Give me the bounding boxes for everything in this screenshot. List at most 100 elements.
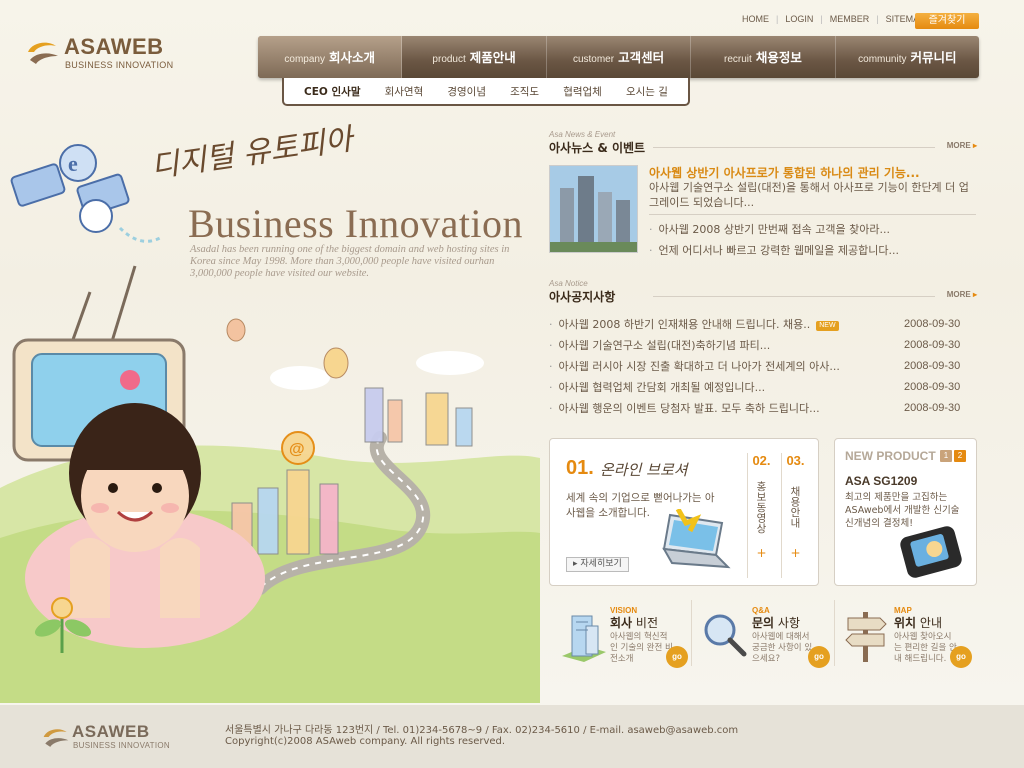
- notice-row[interactable]: 아사웹 러시아 시장 진출 확대하고 더 나아가 전세계의 아사... 2008…: [549, 356, 977, 377]
- nav-en: company: [284, 54, 325, 65]
- online-title: 온라인 브로셔: [600, 461, 688, 479]
- detail-button[interactable]: ▸ 자세히보기: [566, 557, 629, 572]
- plus-icon: +: [756, 546, 767, 560]
- hero-illustration: e @: [0, 144, 540, 703]
- quick-title-bold: 회사: [610, 616, 633, 630]
- logo-tagline: BUSINESS INNOVATION: [65, 60, 174, 70]
- header-divider: [653, 296, 935, 297]
- quick-separator: [691, 600, 692, 666]
- subnav-philosophy[interactable]: 경영이념: [447, 84, 486, 99]
- product-name[interactable]: ASA SG1209: [845, 474, 917, 488]
- new-product-box: NEW PRODUCT 1 2 ASA SG1209 최고의 제품만을 고집하는…: [834, 438, 977, 586]
- site-logo[interactable]: ASAWEB BUSINESS INNOVATION: [26, 34, 176, 76]
- promo-video-link[interactable]: 02. 홍보동영상 +: [747, 453, 775, 578]
- side-num: 02.: [752, 453, 771, 468]
- notice-more-link[interactable]: MORE ▸: [947, 290, 977, 299]
- building-photo-icon: [550, 166, 637, 252]
- plus-icon: +: [790, 546, 801, 560]
- footer-logo-name: ASAWEB: [72, 722, 150, 741]
- quick-title-rest: 사항: [774, 616, 800, 630]
- news-headline[interactable]: 아사웹 상반기 아사프로가 통합된 하나의 관리 기능...: [649, 164, 920, 181]
- header-divider: [653, 147, 935, 148]
- quick-qna[interactable]: Q&A 문의 사항 아사웹에 대해서 궁금한 사항이 있으세요? go: [694, 600, 834, 670]
- notice-title: 아사웹 2008 하반기 인재채용 안내해 드립니다. 채용.. NEW: [549, 314, 839, 335]
- notice-title: 아사웹 협력업체 간담회 개최될 예정입니다...: [549, 377, 766, 398]
- nav-recruit[interactable]: recruit 채용정보: [691, 36, 836, 78]
- news-item[interactable]: 언제 어디서나 빠르고 강력한 웹메일을 제공합니다...: [649, 240, 977, 261]
- logo-swirl-icon: [43, 729, 69, 747]
- nav-community[interactable]: community 커뮤니티: [836, 36, 979, 78]
- notice-date: 2008-09-30: [904, 402, 961, 414]
- nav-company[interactable]: company 회사소개: [258, 36, 403, 78]
- subnav-ceo[interactable]: CEO 인사말: [304, 84, 360, 99]
- phone-icon: [900, 526, 962, 578]
- logo-swirl-icon: [28, 42, 58, 64]
- notice-title: 아사웹 행운의 이벤트 당첨자 발표. 모두 축하 드립니다...: [549, 398, 820, 419]
- notice-row[interactable]: 아사웹 2008 하반기 인재채용 안내해 드립니다. 채용.. NEW 2008…: [549, 314, 977, 335]
- nav-ko: 회사소개: [328, 50, 375, 65]
- quick-title: 문의 사항: [752, 614, 800, 631]
- hero-title: Business Innovation: [188, 201, 524, 246]
- hero-description: Asadal has been running one of the bigge…: [190, 244, 510, 279]
- magnifier-icon: [704, 614, 747, 657]
- news-item[interactable]: 아사웹 2008 상반기 만번째 접속 고객을 찾아라...: [649, 219, 977, 240]
- util-login-link[interactable]: LOGIN: [785, 14, 813, 24]
- notice-row[interactable]: 아사웹 협력업체 간담회 개최될 예정입니다... 2008-09-30: [549, 377, 977, 398]
- new-product-label: NEW PRODUCT: [845, 449, 936, 463]
- nav-ko: 커뮤니티: [910, 50, 957, 65]
- go-button[interactable]: go: [666, 646, 688, 668]
- quick-desc: 아사웹의 혁신적인 기술의 완전 비전소개: [610, 632, 673, 664]
- news-more-link[interactable]: MORE ▸: [947, 141, 977, 150]
- notice-header-title: 아사공지사항: [549, 290, 616, 304]
- notice-date: 2008-09-30: [904, 318, 961, 330]
- subnav-organization[interactable]: 조직도: [510, 84, 539, 99]
- subnav-partners[interactable]: 협력업체: [563, 84, 602, 99]
- nav-customer[interactable]: customer 고객센터: [547, 36, 692, 78]
- quick-title-bold: 문의: [752, 616, 775, 630]
- subnav-history[interactable]: 회사연혁: [385, 84, 424, 99]
- notice-row[interactable]: 아사웹 기술연구소 설립(대전)축하기념 파티... 2008-09-30: [549, 335, 977, 356]
- quick-title: 회사 비전: [610, 614, 658, 631]
- quick-title-rest: 안내: [916, 616, 942, 630]
- product-pager: 1 2: [940, 450, 966, 462]
- util-separator: |: [820, 14, 823, 24]
- pager-1[interactable]: 1: [940, 450, 952, 462]
- pager-2[interactable]: 2: [954, 450, 966, 462]
- quick-map[interactable]: MAP 위치 안내 아사웹 찾아오시는 편리한 길을 안내 해드립니다. go: [836, 600, 976, 670]
- notice-date: 2008-09-30: [904, 360, 961, 372]
- quick-title-rest: 비전: [632, 616, 658, 630]
- notice-title-text: 아사웹 2008 하반기 인재채용 안내해 드립니다. 채용..: [558, 318, 811, 331]
- online-brochure-box: 01. 온라인 브로셔 세계 속의 기업으로 뻗어나가는 아사웹을 소개합니다.…: [549, 438, 819, 586]
- favorite-label: 즐겨찾기: [928, 15, 966, 26]
- side-label: 홍보동영상: [755, 480, 767, 534]
- news-summary: 아사웹 기술연구소 설립(대전)을 통해서 아사프로 기능이 한단계 더 업그레…: [649, 181, 969, 209]
- nav-en: customer: [572, 54, 615, 65]
- go-button[interactable]: go: [950, 646, 972, 668]
- notice-list: 아사웹 2008 하반기 인재채용 안내해 드립니다. 채용.. NEW 2008…: [549, 314, 977, 419]
- util-home-link[interactable]: HOME: [742, 14, 769, 24]
- news-thumbnail[interactable]: [549, 165, 638, 253]
- nav-en: product: [432, 54, 466, 65]
- arrow-right-icon: ▸: [972, 290, 977, 299]
- quick-vision[interactable]: VISION 회사 비전 아사웹의 혁신적인 기술의 완전 비전소개 go: [552, 600, 692, 670]
- subnav-directions[interactable]: 오시는 길: [626, 84, 668, 99]
- recruit-guide-link[interactable]: 03. 채용안내 +: [781, 453, 809, 578]
- quick-desc: 아사웹 찾아오시는 편리한 길을 안내 해드립니다.: [894, 632, 957, 664]
- more-label: MORE: [946, 290, 971, 299]
- arrow-right-icon: ▸: [972, 141, 977, 150]
- more-label: MORE: [946, 141, 971, 150]
- notice-title: 아사웹 기술연구소 설립(대전)축하기념 파티...: [549, 335, 771, 356]
- news-divider: [649, 214, 976, 215]
- side-label: 채용안내: [789, 486, 801, 528]
- notice-date: 2008-09-30: [904, 381, 961, 393]
- new-badge: NEW: [816, 321, 839, 331]
- nav-ko: 고객센터: [618, 50, 665, 65]
- favorite-button[interactable]: 즐겨찾기: [915, 13, 979, 29]
- footer-logo[interactable]: ASAWEB BUSINESS INNOVATION: [42, 722, 192, 763]
- notice-row[interactable]: 아사웹 행운의 이벤트 당첨자 발표. 모두 축하 드립니다... 2008-0…: [549, 398, 977, 419]
- go-button[interactable]: go: [808, 646, 830, 668]
- util-member-link[interactable]: MEMBER: [830, 14, 870, 24]
- quick-title-bold: 위치: [894, 616, 917, 630]
- quick-separator: [834, 600, 835, 666]
- nav-product[interactable]: product 제품안내: [402, 36, 547, 78]
